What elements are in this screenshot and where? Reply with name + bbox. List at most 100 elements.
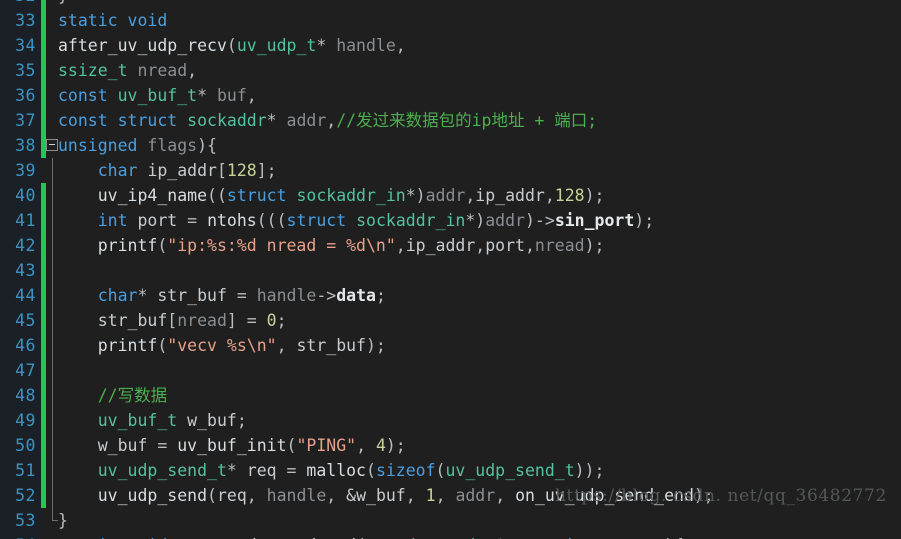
code-token: addr [485,211,525,230]
code-line[interactable]: 44 char* str_buf = handle->data; [0,283,901,308]
code-token: ( [207,486,217,505]
code-token: , [544,186,555,205]
code-line[interactable]: 48 //写数据 [0,383,901,408]
vcs-change-bar[interactable] [41,458,46,483]
vcs-change-bar-empty[interactable] [41,533,46,539]
code-line[interactable]: 40 uv_ip4_name((struct sockaddr_in*)addr… [0,183,901,208]
code-token: [ [167,311,178,330]
code-token: req [246,461,277,480]
code-token: *) [465,211,486,230]
vcs-change-bar[interactable] [41,383,46,408]
code-token: 1 [425,486,436,505]
line-number: 45 [15,311,36,330]
code-token: struct [226,186,287,205]
code-token: (( [207,186,227,205]
code-line[interactable]: 53} [0,508,901,533]
code-token: w_buf [97,436,148,455]
code-token: flags [147,136,198,155]
code-text: uv_udp_send_t* req = malloc(sizeof(uv_ud… [58,458,605,483]
code-line[interactable]: 36 const uv_buf_t* buf, [0,83,901,108]
vcs-change-bar[interactable] [41,108,46,133]
vcs-change-bar-empty[interactable] [41,158,46,183]
code-editor[interactable]: 32}33static void34after_uv_udp_recv(uv_u… [0,0,901,539]
code-token: ); [366,336,386,355]
line-number: 39 [15,161,36,180]
code-line[interactable]: 49 uv_buf_t w_buf; [0,408,901,433]
code-line[interactable]: 39 char ip_addr[128]; [0,158,901,183]
code-token: str_buf [157,286,227,305]
code-token: const [58,111,108,130]
line-number: 46 [15,336,36,355]
code-token: //发过来数据包的ip地址 + 端口; [336,111,598,130]
vcs-change-bar[interactable] [41,283,46,308]
line-number: 36 [15,86,36,105]
vcs-change-bar[interactable] [41,483,46,508]
vcs-change-bar[interactable] [41,183,46,208]
code-line[interactable]: 35 ssize_t nread, [0,58,901,83]
code-line[interactable]: 34 after_uv_udp_recv(uv_udp_t* handle, [0,33,901,58]
code-text: w_buf = uv_buf_init("PING", 4); [58,433,406,458]
code-line[interactable]: 45 str_buf[nread] = 0; [0,308,901,333]
code-line[interactable]: 46 printf("vecv %s\n", str_buf); [0,333,901,358]
code-token: sockaddr_in [296,186,406,205]
code-token: ] [226,311,237,330]
code-token: uv_buf_t [117,86,198,105]
code-fold-guide [52,383,53,408]
code-fold-guide [52,233,53,258]
code-token: ; [266,161,277,180]
code-token: uv_udp_send [97,486,208,505]
vcs-change-bar[interactable] [41,358,46,383]
vcs-change-bar[interactable] [41,333,46,358]
code-token: , [356,436,376,455]
code-line[interactable]: 41 int port = ntohs(((struct sockaddr_in… [0,208,901,233]
code-token: 0 [266,311,277,330]
line-number: 33 [15,11,36,30]
code-text: unsigned flags){ [58,133,217,158]
code-text: } [58,0,68,8]
code-token: sockaddr_in [356,211,466,230]
code-token: const [58,86,108,105]
vcs-change-bar[interactable] [41,258,46,283]
vcs-change-bar[interactable] [41,308,46,333]
line-number: 37 [15,111,36,130]
code-token: ( [226,36,237,55]
vcs-change-bar-empty[interactable] [41,508,46,533]
vcs-change-bar[interactable] [41,8,46,33]
code-line[interactable]: 32} [0,0,901,8]
vcs-change-bar[interactable] [41,233,46,258]
code-text: printf("ip:%s:%d nread = %d\n",ip_addr,p… [58,233,605,258]
code-token: { [207,136,217,155]
vcs-change-bar[interactable] [41,0,46,8]
code-line[interactable]: 43 [0,258,901,283]
code-token: printf [97,336,158,355]
code-token: ( [435,461,446,480]
code-line[interactable]: 42 printf("ip:%s:%d nread = %d\n",ip_add… [0,233,901,258]
code-token: "PING" [296,436,357,455]
vcs-change-bar[interactable] [41,433,46,458]
vcs-change-bar[interactable] [41,408,46,433]
code-line[interactable]: 50 w_buf = uv_buf_init("PING", 4); [0,433,901,458]
fold-collapse-icon[interactable] [46,139,58,151]
code-token: )-> [525,211,555,230]
code-token: "ip:%s:%d nread = %d\n" [167,236,396,255]
vcs-change-bar[interactable] [41,58,46,83]
code-line[interactable]: 38 unsigned flags){ [0,133,901,158]
vcs-change-bar[interactable] [41,208,46,233]
code-text: printf("vecv %s\n", str_buf); [58,333,386,358]
code-line[interactable]: 47 [0,358,901,383]
code-token: struct [286,211,347,230]
code-line[interactable]: 37 const struct sockaddr* addr,//发过来数据包的i… [0,108,901,133]
vcs-change-bar[interactable] [41,83,46,108]
code-line[interactable]: 51 uv_udp_send_t* req = malloc(sizeof(uv… [0,458,901,483]
code-line[interactable]: 33 static void [0,8,901,33]
code-token: malloc [306,461,366,480]
vcs-change-bar[interactable] [41,33,46,58]
line-number: 44 [15,286,36,305]
code-token: req [216,486,247,505]
code-line[interactable]: 54 static void on_uv_udp_send_end(uv_udp_… [0,533,901,539]
code-token: = [147,436,178,455]
